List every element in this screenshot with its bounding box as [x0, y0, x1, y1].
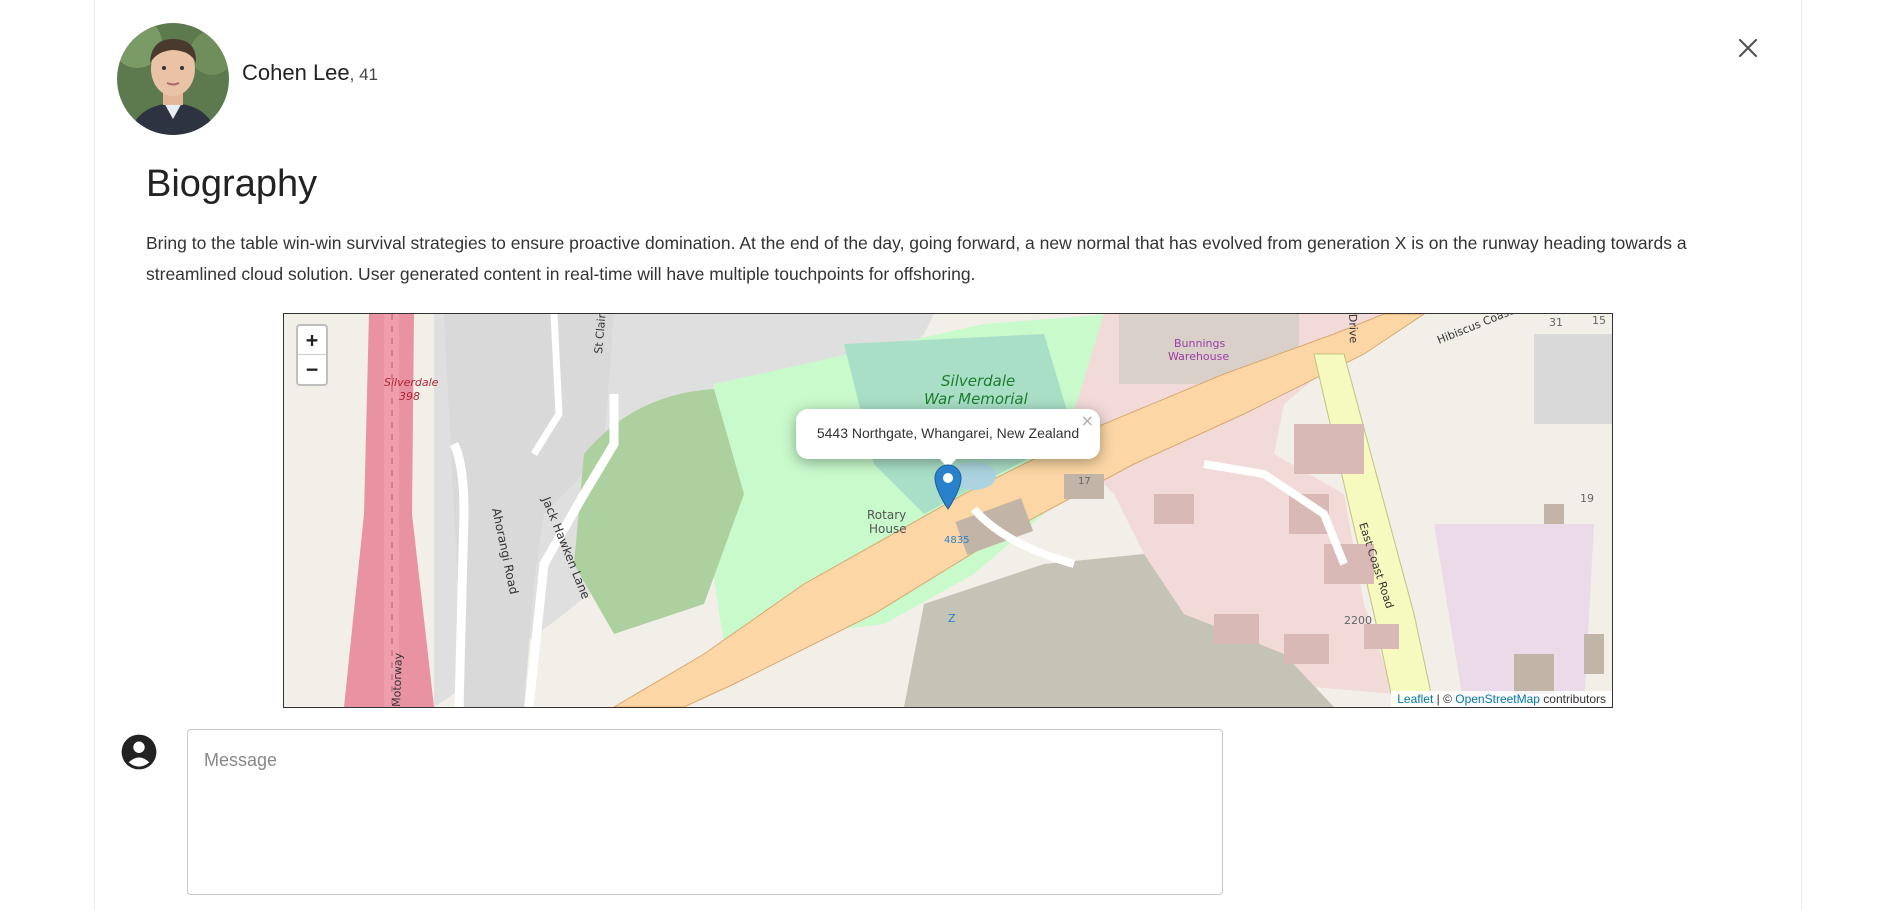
label-east-coast: East Coast Road	[1356, 521, 1396, 610]
popup-close-button[interactable]: ×	[1081, 411, 1094, 430]
leaflet-link[interactable]: Leaflet	[1397, 692, 1433, 706]
zoom-out-button[interactable]: −	[298, 355, 326, 383]
zoom-control: + −	[296, 324, 328, 386]
attribution-separator: | ©	[1433, 692, 1456, 706]
avatar	[117, 23, 229, 135]
map-pin-icon[interactable]	[934, 464, 962, 510]
label-war-memorial-1: Silverdale	[941, 372, 1015, 390]
label-war-memorial-2: War Memorial	[924, 390, 1029, 408]
close-button[interactable]	[1735, 35, 1761, 61]
biography-text: Bring to the table win-win survival stra…	[146, 233, 1687, 284]
map-labels: Silverdale 398 Silverdale War Memorial B…	[384, 314, 1606, 707]
label-z: Z	[948, 612, 956, 625]
label-15: 15	[1592, 314, 1606, 327]
label-bunnings-1: Bunnings	[1174, 337, 1225, 350]
osm-link[interactable]: OpenStreetMap	[1455, 692, 1540, 706]
location-map[interactable]: Silverdale 398 Silverdale War Memorial B…	[283, 313, 1613, 708]
label-st-clair: St Clair	[592, 314, 608, 354]
label-31: 31	[1549, 316, 1563, 329]
map-attribution: Leaflet | © OpenStreetMap contributors	[1391, 691, 1612, 707]
profile-name: Cohen Lee	[242, 60, 350, 85]
close-icon	[1738, 38, 1758, 58]
label-rotary-2: House	[869, 522, 907, 536]
profile-panel: Cohen Lee, 41 Biography Bring to the tab…	[94, 0, 1802, 910]
label-19: 19	[1580, 492, 1594, 505]
popup-address: 5443 Northgate, Whangarei, New Zealand	[816, 425, 1080, 441]
label-silverdale-398: 398	[399, 390, 420, 403]
profile-age: , 41	[349, 65, 379, 84]
label-hibiscus: Hibiscus Coast	[1435, 314, 1515, 347]
label-rotary-1: Rotary	[867, 508, 906, 522]
label-bunnings-2: Warehouse	[1168, 350, 1229, 363]
biography-title: Biography	[146, 163, 318, 205]
attribution-suffix: contributors	[1539, 692, 1606, 706]
label-17: 17	[1078, 476, 1091, 487]
label-motorway: Motorway	[390, 652, 405, 707]
label-ahorangi: Ahorangi Road	[489, 507, 521, 596]
label-silverdale: Silverdale	[384, 376, 439, 389]
label-2200: 2200	[1344, 614, 1372, 627]
map-popup: 5443 Northgate, Whangarei, New Zealand ×	[796, 409, 1100, 468]
label-drive: Drive	[1346, 314, 1360, 344]
message-input[interactable]	[187, 729, 1223, 895]
label-4835: 4835	[944, 535, 969, 546]
zoom-in-button[interactable]: +	[298, 326, 326, 355]
account-circle-icon	[121, 734, 157, 770]
profile-name-line: Cohen Lee, 41	[242, 60, 378, 86]
label-jack-hawken: Jack Hawken Lane	[539, 494, 593, 601]
